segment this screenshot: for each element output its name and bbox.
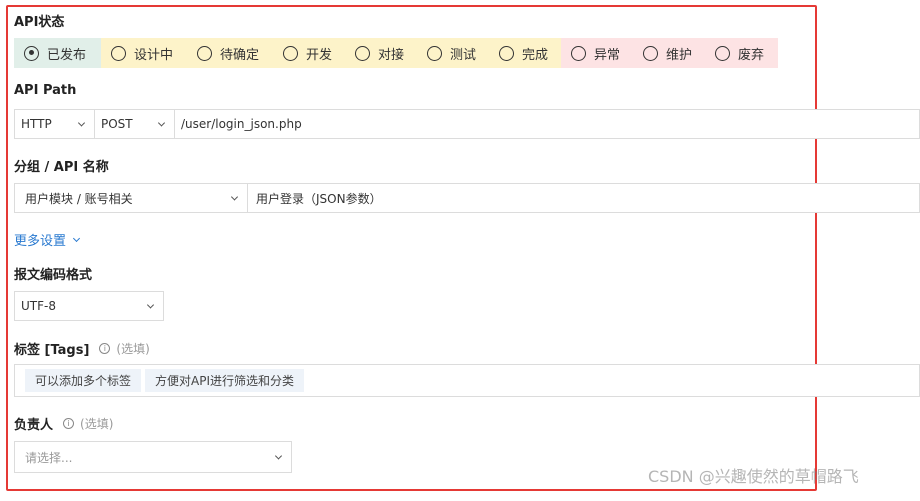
encoding-label: 报文编码格式: [14, 268, 93, 283]
api-path-label: API Path: [14, 83, 77, 98]
chevron-down-icon: [157, 119, 166, 127]
more-settings-link[interactable]: 更多设置: [14, 230, 81, 249]
status-option-completed[interactable]: 完成: [489, 38, 561, 68]
highlight-frame: [6, 5, 817, 491]
status-option-developing[interactable]: 开发: [273, 38, 345, 68]
info-icon[interactable]: i: [63, 418, 75, 429]
radio-icon: [643, 45, 658, 61]
chevron-down-icon: [274, 452, 283, 460]
radio-checked-icon: [24, 45, 39, 61]
radio-icon: [355, 45, 370, 61]
api-name-input[interactable]: 用户登录（JSON参数）: [247, 183, 920, 213]
radio-icon: [499, 45, 514, 61]
radio-icon: [715, 45, 730, 61]
watermark: CSDN @兴趣使然的草帽路飞: [648, 467, 859, 486]
radio-icon: [197, 45, 212, 61]
tags-label-row: 标签 [Tags] i (选填): [14, 339, 150, 358]
radio-icon: [427, 45, 442, 61]
tag-chip[interactable]: 方便对API进行筛选和分类: [145, 369, 305, 392]
protocol-select[interactable]: HTTP: [14, 109, 95, 139]
tags-label: 标签 [Tags]: [14, 343, 90, 358]
group-select[interactable]: 用户模块 / 账号相关: [14, 183, 248, 213]
owner-select[interactable]: 请选择...: [14, 441, 292, 473]
radio-icon: [571, 45, 586, 61]
group-name-label: 分组 / API 名称: [14, 160, 109, 175]
tag-chip[interactable]: 可以添加多个标签: [25, 369, 142, 392]
radio-icon: [111, 45, 126, 61]
status-option-designing[interactable]: 设计中: [101, 38, 187, 68]
owner-label-row: 负责人 i (选填): [14, 414, 113, 433]
owner-label: 负责人: [14, 418, 54, 433]
status-option-error[interactable]: 异常: [561, 38, 633, 68]
status-option-testing[interactable]: 测试: [417, 38, 489, 68]
owner-optional-hint: (选填): [80, 417, 114, 431]
chevron-down-icon: [230, 193, 239, 201]
status-option-integration[interactable]: 对接: [345, 38, 417, 68]
tags-optional-hint: (选填): [116, 342, 150, 356]
tags-input[interactable]: 可以添加多个标签 方便对API进行筛选和分类: [14, 364, 920, 397]
api-status-radio-group: 已发布 设计中 待确定 开发 对接 测试 完成 异常 维护 废弃: [14, 38, 778, 68]
chevron-down-icon: [146, 301, 155, 309]
chevron-down-icon: [72, 234, 81, 242]
status-option-maintenance[interactable]: 维护: [633, 38, 705, 68]
radio-icon: [283, 45, 298, 61]
status-option-pending[interactable]: 待确定: [187, 38, 273, 68]
status-option-published[interactable]: 已发布: [14, 38, 101, 68]
info-icon[interactable]: i: [99, 343, 111, 354]
api-status-label: API状态: [14, 15, 65, 30]
encoding-select[interactable]: UTF-8: [14, 291, 164, 321]
api-path-input[interactable]: /user/login_json.php: [174, 109, 920, 139]
status-option-deprecated[interactable]: 废弃: [705, 38, 778, 68]
method-select[interactable]: POST: [94, 109, 175, 139]
chevron-down-icon: [77, 119, 86, 127]
